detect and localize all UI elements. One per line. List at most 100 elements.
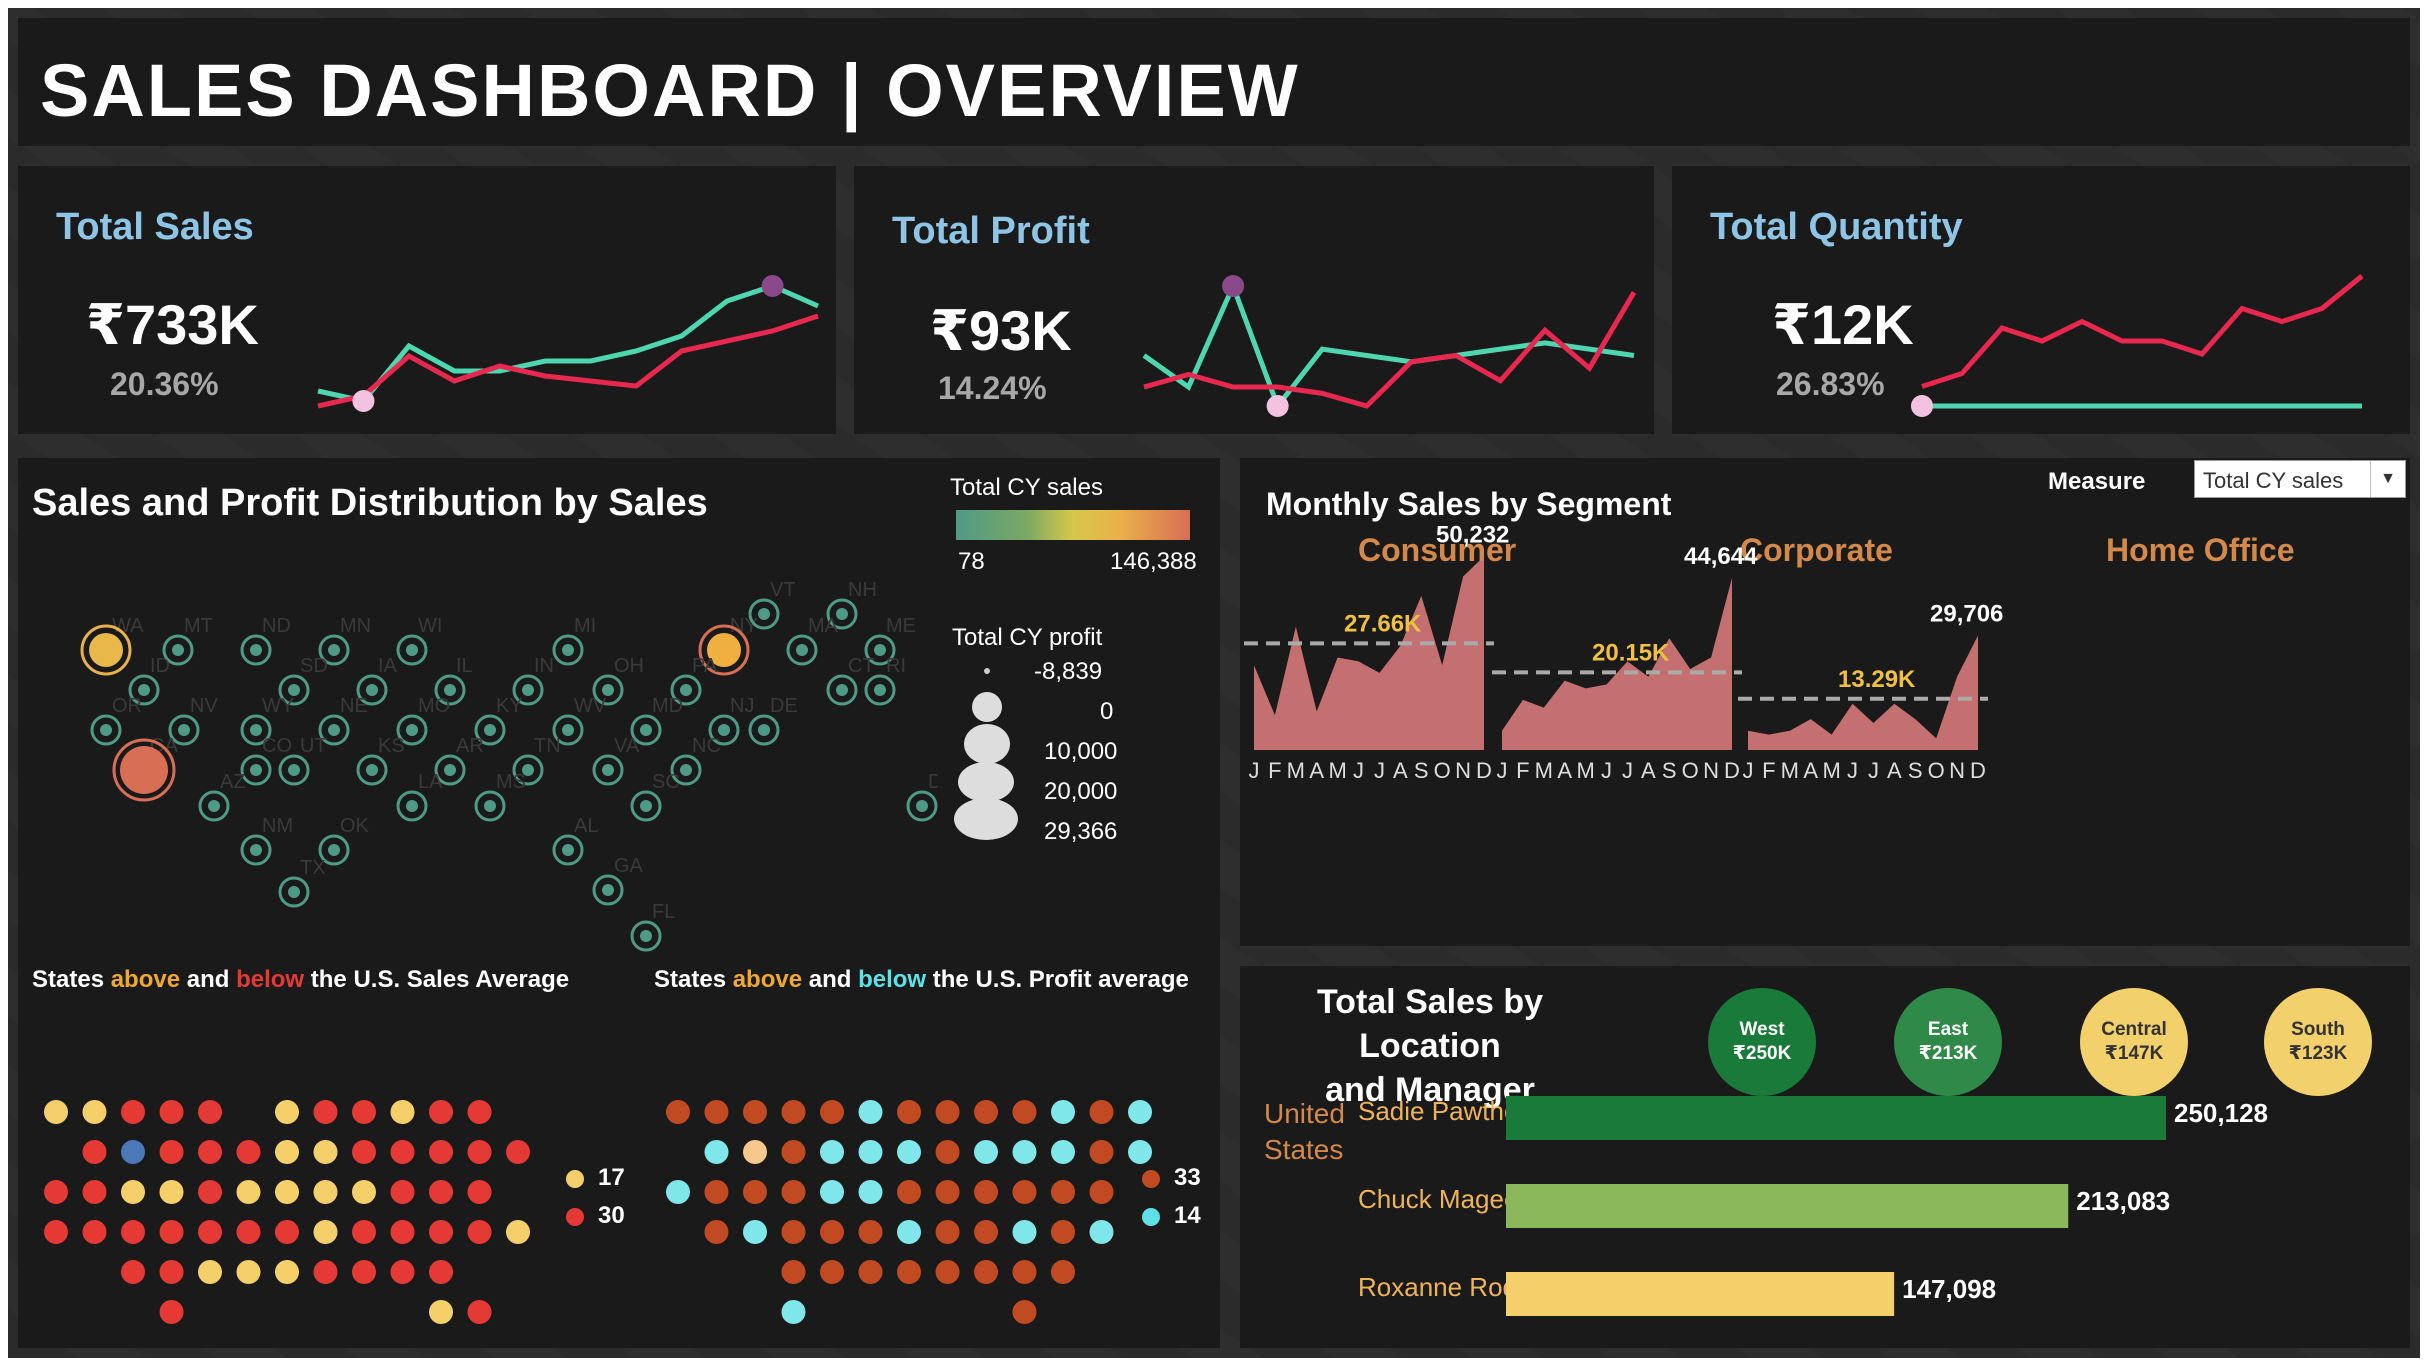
state-code: SD	[300, 655, 328, 677]
month-tick-label: A	[1887, 758, 1902, 783]
state-dot	[82, 1140, 107, 1164]
state-dot	[236, 1260, 261, 1284]
state-dot	[275, 1140, 299, 1164]
state-code: KY	[496, 695, 523, 717]
state-tile-nm: NM	[240, 815, 293, 866]
state-circle	[120, 746, 168, 794]
label-part: States	[654, 966, 733, 993]
state-dot	[935, 1220, 960, 1244]
state-code: ID	[150, 655, 170, 677]
state-circle	[680, 764, 692, 776]
kpi-card-total-quantity[interactable]: Total Quantity ₹12K 26.83%	[1672, 166, 2410, 434]
manager-value: 250,128	[2174, 1098, 2268, 1128]
state-dot	[974, 1260, 998, 1284]
max-label: 50,232	[1436, 521, 1509, 548]
profit-above-below-map[interactable]	[654, 1014, 1154, 1334]
state-dot	[1089, 1100, 1114, 1124]
state-circle	[406, 800, 418, 812]
state-tile-fl: FL	[630, 901, 675, 952]
state-dot	[1012, 1220, 1037, 1244]
month-tick-label: J	[1374, 758, 1385, 783]
month-tick-label: A	[1309, 758, 1324, 783]
state-code: SC	[652, 771, 680, 793]
state-circle	[444, 764, 456, 776]
state-dot	[897, 1140, 921, 1164]
kpi-sparkline	[317, 275, 820, 412]
state-dot	[352, 1180, 376, 1204]
state-dot	[974, 1180, 998, 1204]
state-code: NH	[848, 579, 877, 601]
state-dot	[743, 1140, 767, 1164]
state-dot	[390, 1220, 415, 1244]
legend-size-label: 29,366	[1044, 818, 1118, 845]
state-dot	[781, 1180, 806, 1204]
month-tick-label: J	[1497, 758, 1508, 783]
state-dot	[429, 1300, 453, 1324]
state-dot	[429, 1180, 453, 1204]
month-tick-label: M	[1535, 758, 1553, 783]
monthly-area-chart[interactable]: 27.66K50,232J F M A M J J A S O N D20.15K44,644J F M A…	[1240, 458, 2410, 946]
measure-dropdown[interactable]: Total CY sales ▼	[2194, 460, 2406, 498]
state-dot	[390, 1180, 415, 1204]
state-dot	[743, 1220, 767, 1244]
state-dot	[275, 1220, 299, 1244]
label-part: the U.S. Profit average	[926, 966, 1189, 993]
state-tile-md: MD	[630, 695, 683, 746]
sales-above-below-map[interactable]	[32, 1014, 532, 1334]
sparkline-series-py	[317, 283, 820, 404]
month-tick-label: F	[1762, 758, 1775, 783]
state-dot	[781, 1260, 806, 1284]
state-circle	[562, 844, 574, 856]
state-dot	[1051, 1100, 1075, 1124]
manager-bar-chart[interactable]: Sadie Pawthorne 250,128Chuck Magee 213,083…	[1240, 966, 2410, 1348]
state-dot	[1128, 1100, 1152, 1124]
state-dot	[858, 1260, 883, 1284]
month-tick-label: N	[1949, 758, 1965, 783]
state-dot	[1089, 1140, 1114, 1164]
state-dot	[82, 1100, 107, 1124]
monthly-panel: Monthly Sales by Segment Measure Consume…	[1240, 458, 2410, 946]
state-dot	[467, 1220, 492, 1244]
chevron-down-icon[interactable]: ▼	[2370, 461, 2405, 497]
state-circle	[522, 684, 534, 696]
state-code: VA	[614, 735, 640, 757]
profit-above-below-title: States above and below the U.S. Profit a…	[654, 966, 1189, 994]
kpi-card-total-sales[interactable]: Total Sales ₹733K 20.36%	[18, 166, 836, 434]
state-circle	[406, 644, 418, 656]
month-tick-label: N	[1703, 758, 1719, 783]
state-circle	[328, 644, 340, 656]
state-tile-dc: DC	[906, 771, 938, 822]
state-dot	[704, 1220, 729, 1244]
state-code: WV	[574, 695, 607, 717]
state-dot	[858, 1220, 883, 1244]
state-code: MA	[808, 615, 839, 637]
label-part: the U.S. Sales Average	[304, 966, 570, 993]
state-tile-al: AL	[552, 815, 598, 866]
state-dot	[352, 1140, 376, 1164]
max-point-marker	[761, 275, 784, 297]
state-circle	[874, 644, 886, 656]
state-circle	[562, 724, 574, 736]
state-dot	[858, 1140, 883, 1164]
state-code: NM	[262, 815, 293, 837]
state-dot	[44, 1100, 68, 1124]
state-dot	[390, 1100, 415, 1124]
month-tick-label: F	[1268, 758, 1281, 783]
month-tick-label: A	[1557, 758, 1572, 783]
state-dot	[974, 1100, 998, 1124]
state-code: NY	[730, 615, 758, 637]
state-circle	[288, 764, 300, 776]
state-dot	[781, 1300, 806, 1324]
kpi-card-total-profit[interactable]: Total Profit ₹93K 14.24%	[854, 166, 1654, 434]
min-point-marker	[1911, 395, 1933, 417]
state-dot	[1051, 1180, 1075, 1204]
state-circle	[796, 644, 808, 656]
manager-value: 147,098	[1902, 1274, 1996, 1304]
month-tick-label: M	[1822, 758, 1840, 783]
state-dot	[352, 1220, 376, 1244]
state-dot	[1051, 1220, 1075, 1244]
location-panel: Total Sales by Location and Manager West…	[1240, 966, 2410, 1348]
state-dot	[198, 1260, 222, 1284]
state-dot	[1012, 1180, 1037, 1204]
legend-sales-min: 78	[958, 548, 985, 575]
